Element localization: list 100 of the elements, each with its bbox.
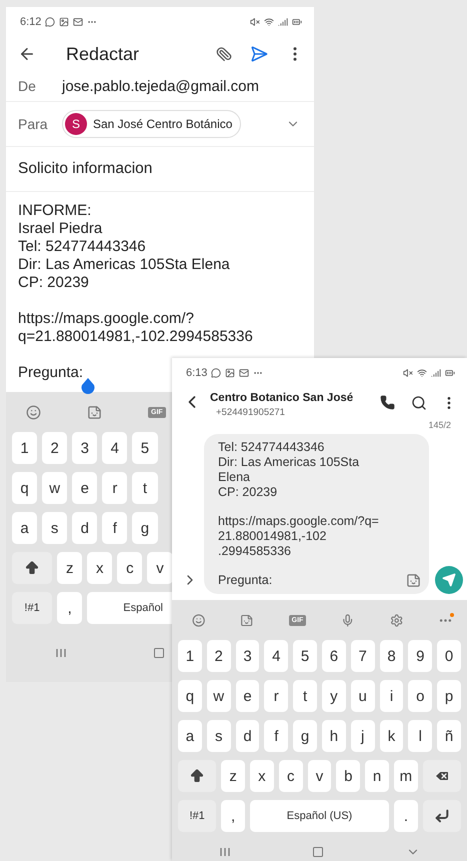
- keyboard-key[interactable]: d: [236, 720, 260, 752]
- keyboard-key[interactable]: w: [42, 472, 68, 504]
- message-paragraph: Tel: 524774443346 Dir: Las Americas 105Sta Elena CP: 20239: [218, 440, 360, 500]
- send-button[interactable]: [435, 566, 463, 594]
- phone-icon[interactable]: [380, 395, 395, 410]
- keyboard-key[interactable]: t: [293, 680, 317, 712]
- symbols-key[interactable]: !#1: [178, 800, 216, 832]
- keyboard-key[interactable]: q: [12, 472, 38, 504]
- keyboard-key[interactable]: 3: [236, 640, 260, 672]
- signal-icon: [278, 17, 288, 27]
- sticker-icon[interactable]: [87, 404, 102, 420]
- keyboard-key[interactable]: c: [117, 552, 142, 584]
- keyboard-key[interactable]: v: [147, 552, 173, 584]
- keyboard-key[interactable]: a: [12, 512, 38, 544]
- keyboard-key[interactable]: 2: [42, 432, 68, 464]
- keyboard-key[interactable]: 5: [132, 432, 158, 464]
- mute-icon: [250, 17, 260, 27]
- microphone-icon[interactable]: [341, 612, 355, 628]
- recent-apps-icon[interactable]: [55, 648, 67, 658]
- keyboard-key[interactable]: .: [394, 800, 418, 832]
- keyboard-key[interactable]: 4: [102, 432, 128, 464]
- recent-apps-icon[interactable]: [218, 847, 231, 857]
- keyboard-key[interactable]: s: [42, 512, 68, 544]
- keyboard-key[interactable]: v: [308, 760, 332, 792]
- keyboard-key[interactable]: x: [250, 760, 274, 792]
- attach-icon[interactable]: [216, 46, 232, 62]
- keyboard-key[interactable]: 0: [437, 640, 461, 672]
- recipient-chip[interactable]: S San José Centro Botánico: [62, 110, 242, 138]
- wifi-icon: [264, 17, 274, 27]
- message-paragraph: https://maps.google.com/?q= 21.880014981,-102 .2994585336: [218, 514, 379, 559]
- keyboard-key[interactable]: i: [380, 680, 404, 712]
- keyboard-key[interactable]: 7: [350, 640, 375, 672]
- keyboard-key[interactable]: r: [264, 680, 288, 712]
- character-counter: 145/2: [428, 420, 451, 430]
- keyboard-key[interactable]: ,: [57, 592, 82, 624]
- keyboard-key[interactable]: w: [206, 680, 231, 712]
- keyboard-key[interactable]: e: [72, 472, 98, 504]
- keyboard-key[interactable]: h: [322, 720, 346, 752]
- home-icon[interactable]: [312, 846, 324, 858]
- keyboard-key[interactable]: 8: [380, 640, 404, 672]
- keyboard-key[interactable]: ,: [221, 800, 245, 832]
- keyboard-key[interactable]: z: [57, 552, 82, 584]
- keyboard-key[interactable]: u: [350, 680, 375, 712]
- keyboard-key[interactable]: m: [394, 760, 418, 792]
- mail-notification-icon: [73, 17, 84, 27]
- settings-icon[interactable]: [390, 612, 403, 628]
- send-icon[interactable]: [250, 45, 268, 63]
- keyboard-key[interactable]: 6: [322, 640, 346, 672]
- emoji-icon[interactable]: [26, 404, 41, 420]
- space-key[interactable]: Español (US): [250, 800, 389, 832]
- sticker-icon[interactable]: [240, 612, 254, 628]
- keyboard-key[interactable]: n: [365, 760, 389, 792]
- keyboard-key[interactable]: 4: [264, 640, 288, 672]
- keyboard-key[interactable]: t: [132, 472, 158, 504]
- to-label: Para: [18, 116, 48, 132]
- keyboard-key[interactable]: 1: [178, 640, 202, 672]
- shift-key[interactable]: [178, 760, 216, 792]
- keyboard-key[interactable]: y: [322, 680, 346, 712]
- keyboard-key[interactable]: z: [221, 760, 245, 792]
- image-notification-icon: [59, 17, 70, 27]
- contact-name: Centro Botanico San José: [210, 392, 354, 404]
- sticker-icon[interactable]: [406, 573, 421, 588]
- keyboard-key[interactable]: f: [102, 512, 128, 544]
- shift-key[interactable]: [12, 552, 52, 584]
- keyboard-key[interactable]: c: [278, 760, 303, 792]
- backspace-key[interactable]: [422, 760, 461, 792]
- screen-title: Redactar: [66, 44, 140, 64]
- keyboard-key[interactable]: 5: [293, 640, 317, 672]
- enter-key[interactable]: [422, 800, 461, 832]
- keyboard-key[interactable]: 1: [12, 432, 38, 464]
- keyboard-key[interactable]: q: [178, 680, 202, 712]
- wifi-icon: [417, 368, 427, 378]
- keyboard-key[interactable]: k: [380, 720, 404, 752]
- keyboard-key[interactable]: f: [264, 720, 288, 752]
- keyboard-key[interactable]: 2: [206, 640, 231, 672]
- keyboard-key[interactable]: a: [178, 720, 202, 752]
- keyboard-key[interactable]: b: [336, 760, 360, 792]
- symbols-key[interactable]: !#1: [12, 592, 52, 624]
- keyboard-key[interactable]: e: [236, 680, 260, 712]
- keyboard-key[interactable]: p: [437, 680, 461, 712]
- keyboard-key[interactable]: g: [132, 512, 158, 544]
- search-icon[interactable]: [411, 395, 427, 411]
- message-paragraph: Pregunta:: [218, 573, 272, 588]
- keyboard-key[interactable]: g: [293, 720, 317, 752]
- keyboard-key[interactable]: l: [408, 720, 432, 752]
- keyboard-key[interactable]: r: [102, 472, 128, 504]
- keyboard-key[interactable]: s: [206, 720, 231, 752]
- keyboard-key[interactable]: 9: [408, 640, 432, 672]
- keyboard-key[interactable]: 3: [72, 432, 98, 464]
- keyboard-key[interactable]: d: [72, 512, 98, 544]
- keyboard-key[interactable]: j: [350, 720, 375, 752]
- home-icon[interactable]: [153, 647, 165, 659]
- emoji-icon[interactable]: [192, 612, 206, 628]
- message-input[interactable]: Tel: 524774443346 Dir: Las Americas 105Sta Elena CP: 20239 https://maps.google.com/?q= 21.880014981,-102 .2994585336 Pregunta:: [204, 434, 429, 594]
- send-icon: [442, 573, 456, 587]
- keyboard-key[interactable]: o: [408, 680, 432, 712]
- cursor-handle-icon[interactable]: [81, 378, 95, 394]
- recipient-avatar: S: [65, 113, 87, 135]
- keyboard-key[interactable]: x: [87, 552, 112, 584]
- keyboard-key[interactable]: ñ: [437, 720, 461, 752]
